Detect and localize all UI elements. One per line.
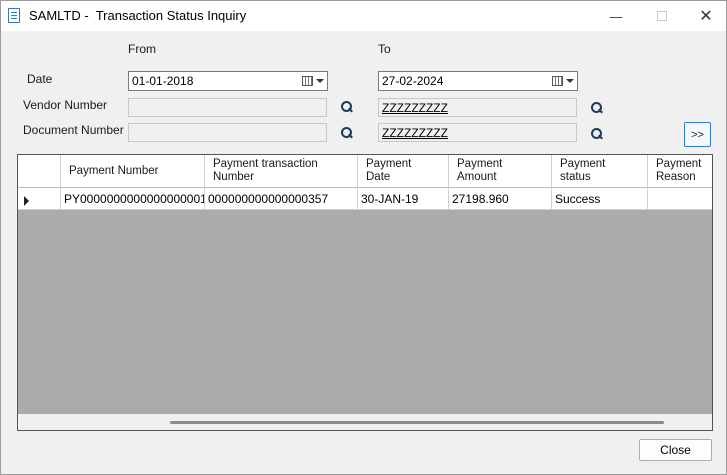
date-to-value: 27-02-2024: [382, 74, 444, 88]
date-from-value: 01-01-2018: [132, 74, 194, 88]
table-cell[interactable]: Success: [552, 188, 648, 209]
calendar-icon: [302, 76, 313, 86]
column-header-line: Payment: [457, 158, 503, 170]
form-area: From To Date 01-01-2018 27-02-2024 Vendo…: [8, 32, 720, 469]
column-header[interactable]: Payment Number: [61, 155, 205, 188]
search-icon[interactable]: [590, 101, 604, 115]
payments-grid[interactable]: Payment Number Payment transaction Number…: [17, 154, 713, 431]
search-icon[interactable]: [340, 100, 354, 114]
column-header-line: Reason: [656, 171, 696, 183]
column-header-line: Payment Number: [69, 165, 159, 177]
date-from-picker[interactable]: 01-01-2018: [128, 71, 328, 91]
column-header-line: Payment transaction: [213, 158, 318, 170]
maximize-icon: [657, 11, 667, 21]
row-header-corner: [18, 155, 61, 188]
document-icon: [8, 8, 20, 23]
calendar-icon: [552, 76, 563, 86]
vendor-to-input[interactable]: ZZZZZZZZZ: [378, 98, 577, 117]
column-header[interactable]: Payment Reason: [648, 155, 712, 188]
from-label: From: [128, 42, 156, 56]
column-header[interactable]: Payment transaction Number: [205, 155, 358, 188]
grid-header: Payment Number Payment transaction Number…: [18, 155, 712, 188]
column-header-line: Amount: [457, 171, 497, 183]
table-cell[interactable]: [648, 188, 712, 209]
vendor-number-label: Vendor Number: [23, 98, 108, 112]
date-to-dropdown[interactable]: [552, 74, 574, 88]
column-header-line: status: [560, 171, 591, 183]
title-bar: SAMLTD - Transaction Status Inquiry — ✕: [1, 1, 726, 31]
scrollbar-thumb[interactable]: [170, 421, 664, 424]
column-header[interactable]: Payment Date: [358, 155, 449, 188]
chevron-down-icon: [316, 79, 324, 83]
column-header[interactable]: Payment status: [552, 155, 648, 188]
document-number-label: Document Number: [23, 123, 124, 137]
close-button[interactable]: Close: [639, 439, 712, 461]
table-row[interactable]: PY0000000000000000001 000000000000000357…: [18, 188, 712, 210]
column-header-line: Payment: [560, 158, 606, 170]
column-header-line: Payment: [656, 158, 702, 170]
vendor-from-input[interactable]: [128, 98, 327, 117]
date-label: Date: [27, 72, 53, 86]
row-pointer-icon: [24, 195, 29, 206]
date-from-dropdown[interactable]: [302, 74, 324, 88]
column-header[interactable]: Payment Amount: [449, 155, 552, 188]
row-indicator[interactable]: [18, 188, 61, 209]
table-cell[interactable]: 000000000000000357: [205, 188, 358, 209]
next-button[interactable]: >>: [684, 122, 711, 147]
horizontal-scrollbar[interactable]: [18, 414, 712, 430]
window-title: SAMLTD - Transaction Status Inquiry: [29, 8, 247, 23]
date-to-picker[interactable]: 27-02-2024: [378, 71, 578, 91]
document-to-input[interactable]: ZZZZZZZZZ: [378, 123, 577, 142]
document-from-input[interactable]: [128, 123, 327, 142]
search-icon[interactable]: [340, 126, 354, 140]
minimize-button[interactable]: —: [593, 1, 639, 31]
maximize-button[interactable]: [639, 1, 685, 31]
column-header-line: Number: [213, 171, 254, 183]
column-header-line: Payment: [366, 158, 412, 170]
chevron-down-icon: [566, 79, 574, 83]
table-cell[interactable]: PY0000000000000000001: [61, 188, 205, 209]
column-header-line: Date: [366, 171, 391, 183]
transaction-status-inquiry-window: SAMLTD - Transaction Status Inquiry — ✕ …: [0, 0, 727, 475]
close-window-button[interactable]: ✕: [683, 1, 727, 31]
table-cell[interactable]: 27198.960: [449, 188, 552, 209]
search-icon[interactable]: [590, 127, 604, 141]
to-label: To: [378, 42, 391, 56]
table-cell[interactable]: 30-JAN-19: [358, 188, 449, 209]
